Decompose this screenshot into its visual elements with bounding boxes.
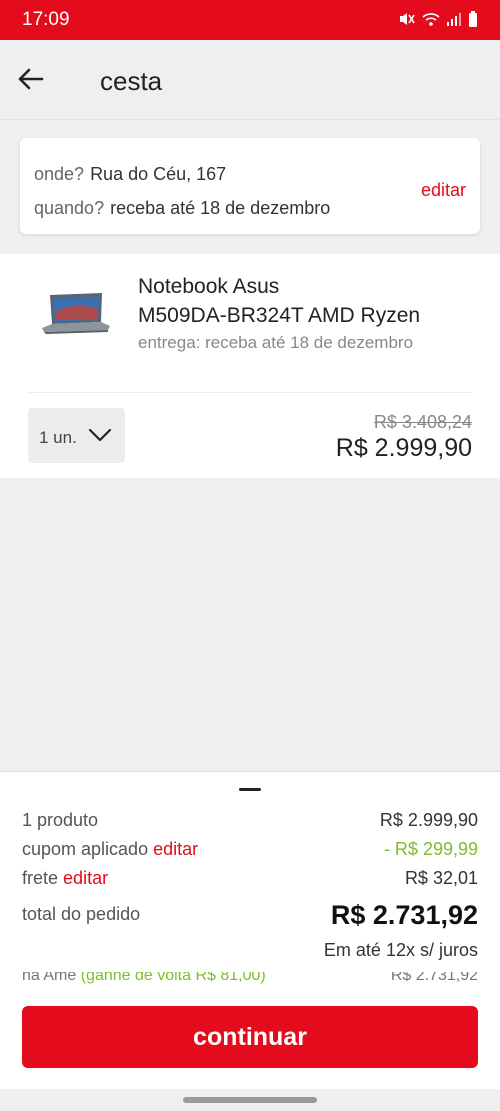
installments-info: Em até 12x s/ juros: [323, 940, 478, 960]
status-bar: 17:09: [0, 0, 500, 40]
ame-label: na Ame: [22, 972, 77, 984]
address-value: Rua do Céu, 167: [90, 164, 227, 184]
product-name[interactable]: Notebook Asus M509DA-BR324T AMD Ryzen: [138, 272, 468, 330]
chevron-down-icon: [88, 428, 112, 442]
mute-icon: [400, 13, 415, 25]
ame-payment-row: na Ame (ganhe de volta R$ 81,00) R$ 2.73…: [22, 972, 478, 990]
ame-cashback: (ganhe de volta R$ 81,00): [80, 972, 266, 984]
summary-products-row: 1 produto R$ 2.999,90: [22, 810, 478, 831]
edit-freight-link[interactable]: editar: [63, 868, 108, 888]
quantity-selector[interactable]: 1 un.: [28, 408, 125, 463]
signal-icon: [447, 13, 461, 26]
battery-icon: [469, 11, 477, 27]
summary-freight-row: frete editar R$ 32,01: [22, 868, 478, 889]
continue-button[interactable]: continuar: [22, 1006, 478, 1068]
coupon-discount: - R$ 299,99: [383, 839, 478, 859]
edit-address-link[interactable]: editar: [421, 180, 466, 201]
summary-total-row: total do pedido R$ 2.731,92: [22, 900, 478, 930]
home-gesture-pill[interactable]: [183, 1097, 317, 1103]
product-name-line1: Notebook Asus: [138, 275, 280, 298]
original-price: R$ 3.408,24: [373, 412, 472, 432]
freight-value: R$ 32,01: [404, 868, 478, 888]
delivery-date-value: receba até 18 de dezembro: [110, 198, 331, 218]
product-delivery-info: entrega: receba até 18 de dezembro: [138, 333, 414, 352]
address-label: onde?: [34, 164, 85, 184]
delivery-date-label: quando?: [34, 198, 105, 218]
address-row: onde? Rua do Céu, 167: [34, 164, 226, 185]
cart-item: Notebook Asus M509DA-BR324T AMD Ryzen en…: [0, 254, 500, 478]
coupon-label: cupom aplicado: [22, 839, 149, 859]
app-header: cesta: [0, 40, 500, 120]
total-label: total do pedido: [22, 904, 141, 924]
status-time: 17:09: [22, 9, 70, 30]
ame-value: R$ 2.731,92: [390, 972, 478, 984]
system-nav-bar: [0, 1089, 500, 1111]
current-price: R$ 2.999,90: [335, 434, 472, 462]
page-title: cesta: [100, 66, 163, 96]
quantity-value: 1 un.: [39, 428, 77, 447]
delivery-info-card: onde? Rua do Céu, 167 quando? receba até 1…: [20, 138, 480, 234]
product-name-line2: M509DA-BR324T AMD Ryzen: [138, 304, 421, 327]
products-subtotal: R$ 2.999,90: [379, 810, 478, 830]
summary-coupon-row: cupom aplicado editar - R$ 299,99: [22, 839, 478, 860]
total-value: R$ 2.731,92: [330, 900, 478, 930]
delivery-date-row: quando? receba até 18 de dezembro: [34, 198, 330, 219]
products-count-label: 1 produto: [22, 810, 99, 830]
back-arrow-icon[interactable]: [14, 62, 48, 96]
order-summary-sheet: 1 produto R$ 2.999,90 cupom aplicado edi…: [0, 771, 500, 1089]
sheet-drag-handle[interactable]: [239, 788, 261, 791]
edit-coupon-link[interactable]: editar: [153, 839, 198, 859]
wifi-icon: [422, 13, 440, 26]
status-icons: [398, 11, 478, 27]
freight-label: frete: [22, 868, 59, 888]
divider: [28, 392, 472, 393]
product-image[interactable]: [40, 292, 112, 336]
